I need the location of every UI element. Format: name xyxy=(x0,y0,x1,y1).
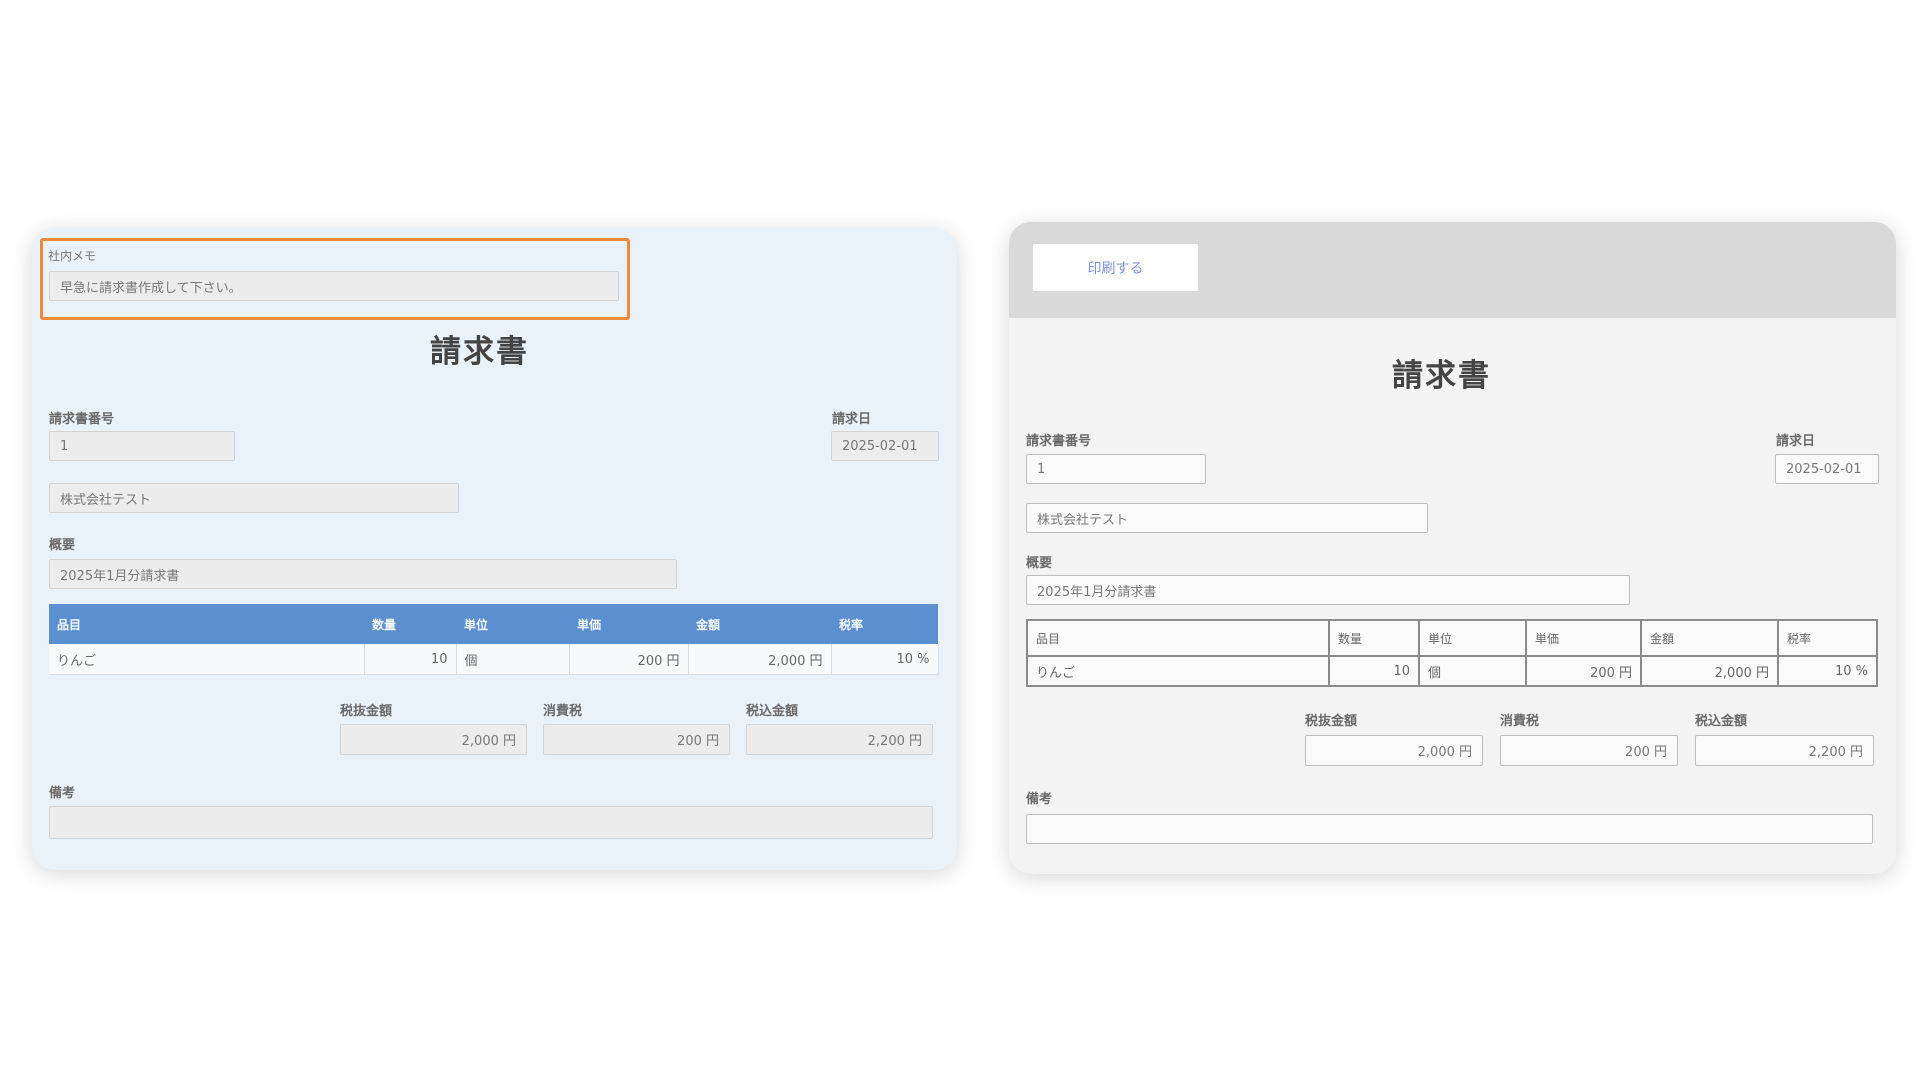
internal-memo-label: 社内メモ xyxy=(48,249,97,263)
invoice-number-label: 請求書番号 xyxy=(1026,434,1092,449)
subtotal-value: 2,000 円 xyxy=(340,724,527,755)
internal-memo-highlight: 社内メモ 早急に請求書作成して下さい。 xyxy=(40,238,630,320)
col-header-unit-price: 単価 xyxy=(1525,619,1642,657)
col-header-item: 品目 xyxy=(49,604,364,644)
line-items-table: 品目 数量 単位 単価 金額 税率 りんご 10 個 200 円 2,000 円… xyxy=(49,604,939,675)
col-header-qty: 数量 xyxy=(364,604,456,644)
subject-input[interactable]: 2025年1月分請求書 xyxy=(49,559,677,589)
table-row: りんご 10 個 200 円 2,000 円 10 % xyxy=(49,644,939,675)
subtotal-value: 2,000 円 xyxy=(1305,735,1483,766)
total-value: 2,200 円 xyxy=(746,724,933,755)
col-header-amount: 金額 xyxy=(688,604,831,644)
col-header-qty: 数量 xyxy=(1328,619,1420,657)
notes-input[interactable] xyxy=(49,806,933,839)
customer-name-input[interactable]: 株式会社テスト xyxy=(49,483,459,513)
print-toolbar: 印刷する xyxy=(1009,222,1896,318)
cell-amount: 2,000 円 xyxy=(1640,655,1779,687)
cell-unit-price[interactable]: 200 円 xyxy=(569,644,689,675)
cell-tax-rate[interactable]: 10 % xyxy=(831,644,939,675)
customer-name-value: 株式会社テスト xyxy=(1026,503,1428,533)
tax-label: 消費税 xyxy=(543,704,583,719)
table-row: りんご 10 個 200 円 2,000 円 10 % xyxy=(1026,655,1878,687)
notes-value xyxy=(1026,814,1873,844)
table-header-row: 品目 数量 単位 単価 金額 税率 xyxy=(49,604,938,644)
notes-label: 備考 xyxy=(1026,792,1053,807)
col-header-tax-rate: 税率 xyxy=(1777,619,1878,657)
cell-amount: 2,000 円 xyxy=(688,644,832,675)
subject-label: 概要 xyxy=(49,538,76,553)
cell-qty: 10 xyxy=(1328,655,1420,687)
table-header-row: 品目 数量 単位 単価 金額 税率 xyxy=(1026,619,1878,657)
cell-unit[interactable]: 個 xyxy=(456,644,570,675)
invoice-title: 請求書 xyxy=(430,334,529,370)
total-label: 税込金額 xyxy=(746,704,799,719)
invoice-date-input[interactable]: 2025-02-01 xyxy=(831,431,939,461)
cell-unit-price: 200 円 xyxy=(1525,655,1642,687)
invoice-number-value: 1 xyxy=(1026,454,1206,484)
col-header-unit-price: 単価 xyxy=(569,604,688,644)
col-header-unit: 単位 xyxy=(456,604,569,644)
invoice-date-label: 請求日 xyxy=(832,412,872,427)
cell-item[interactable]: りんご xyxy=(49,644,365,675)
col-header-item: 品目 xyxy=(1026,619,1330,657)
cell-qty[interactable]: 10 xyxy=(364,644,457,675)
cell-unit: 個 xyxy=(1418,655,1527,687)
tax-value: 200 円 xyxy=(1500,735,1678,766)
cell-tax-rate: 10 % xyxy=(1777,655,1878,687)
subject-value: 2025年1月分請求書 xyxy=(1026,575,1630,605)
invoice-date-label: 請求日 xyxy=(1776,434,1816,449)
invoice-edit-panel: 社内メモ 早急に請求書作成して下さい。 請求書 請求書番号 1 請求日 2025… xyxy=(32,228,957,870)
subject-label: 概要 xyxy=(1026,556,1053,571)
col-header-unit: 単位 xyxy=(1418,619,1527,657)
internal-memo-input[interactable]: 早急に請求書作成して下さい。 xyxy=(49,271,619,301)
invoice-number-input[interactable]: 1 xyxy=(49,431,235,461)
subtotal-label: 税抜金額 xyxy=(340,704,393,719)
line-items-table: 品目 数量 単位 単価 金額 税率 りんご 10 個 200 円 2,000 円… xyxy=(1026,619,1878,687)
tax-label: 消費税 xyxy=(1500,714,1540,729)
tax-value: 200 円 xyxy=(543,724,730,755)
invoice-number-label: 請求書番号 xyxy=(49,412,115,427)
cell-item: りんご xyxy=(1026,655,1330,687)
subtotal-label: 税抜金額 xyxy=(1305,714,1358,729)
invoice-print-preview-panel: 印刷する 請求書 請求書番号 1 請求日 2025-02-01 株式会社テスト … xyxy=(1009,222,1896,874)
total-label: 税込金額 xyxy=(1695,714,1748,729)
invoice-title: 請求書 xyxy=(1392,358,1491,394)
notes-label: 備考 xyxy=(49,786,76,801)
print-button[interactable]: 印刷する xyxy=(1033,244,1198,291)
col-header-tax-rate: 税率 xyxy=(831,604,938,644)
col-header-amount: 金額 xyxy=(1640,619,1779,657)
total-value: 2,200 円 xyxy=(1695,735,1874,766)
invoice-date-value: 2025-02-01 xyxy=(1775,454,1879,484)
